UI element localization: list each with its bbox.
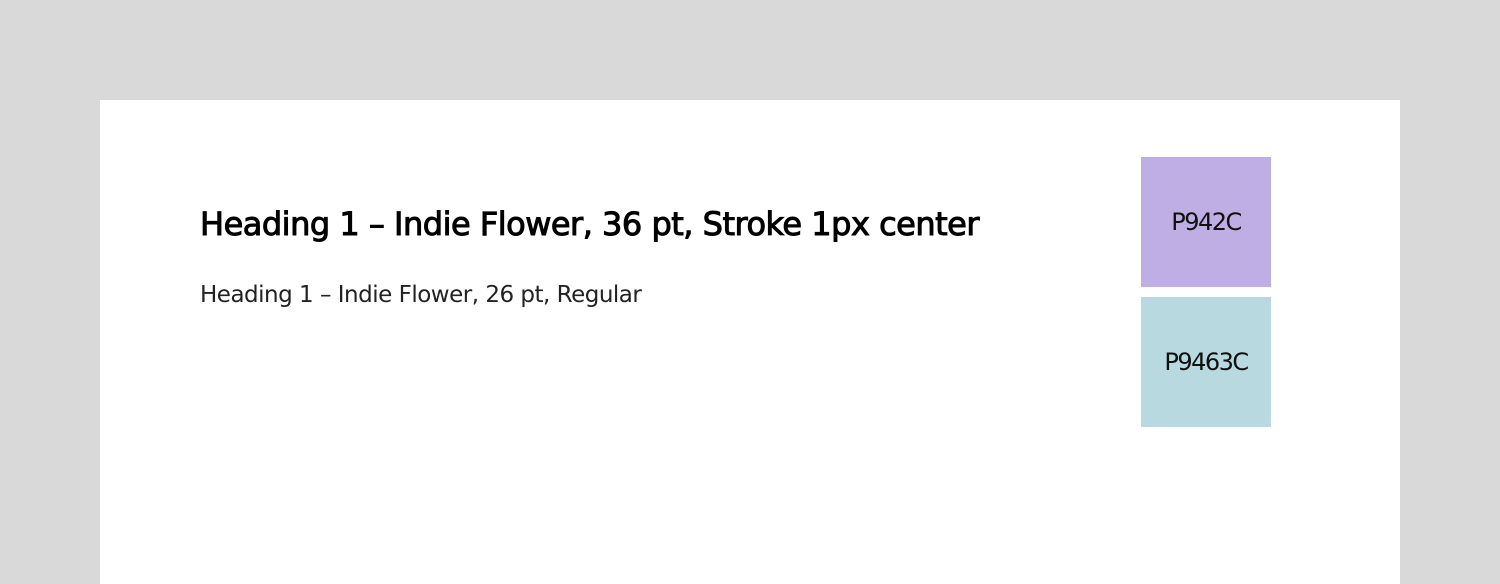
color-swatch-blue: P9463C xyxy=(1141,297,1271,427)
style-sheet-page: Heading 1 – Indie Flower, 36 pt, Stroke … xyxy=(100,100,1400,584)
swatch-label: P9463C xyxy=(1164,348,1249,376)
heading-regular-sample: Heading 1 – Indie Flower, 26 pt, Regular xyxy=(200,282,642,308)
color-swatch-purple: P942C xyxy=(1141,157,1271,287)
heading-stroke-sample: Heading 1 – Indie Flower, 36 pt, Stroke … xyxy=(199,205,980,244)
swatch-label: P942C xyxy=(1171,208,1242,236)
